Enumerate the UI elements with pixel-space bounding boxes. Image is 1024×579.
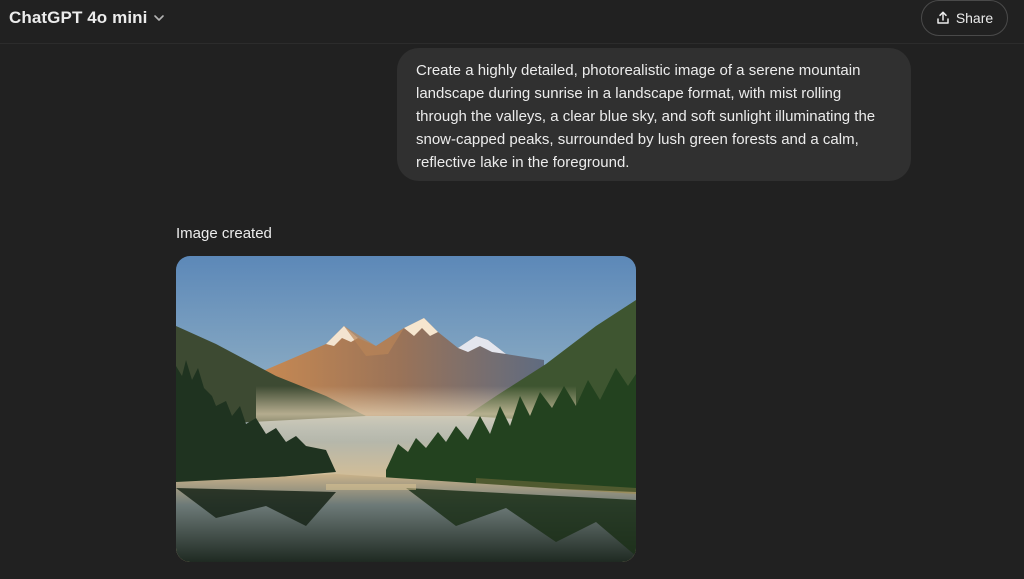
model-switcher[interactable]: ChatGPT 4o mini bbox=[9, 7, 165, 29]
assistant-status-text: Image created bbox=[176, 225, 272, 242]
share-upload-icon bbox=[937, 11, 949, 24]
top-bar: ChatGPT 4o mini Share bbox=[0, 0, 1024, 44]
generated-image[interactable] bbox=[176, 256, 636, 562]
share-label: Share bbox=[955, 10, 994, 26]
user-message-bubble: Create a highly detailed, photorealistic… bbox=[397, 48, 911, 181]
share-button[interactable]: Share bbox=[921, 0, 1008, 36]
user-message-text: Create a highly detailed, photorealistic… bbox=[416, 62, 876, 171]
chevron-down-icon bbox=[153, 12, 165, 24]
model-name: ChatGPT 4o mini bbox=[9, 8, 148, 27]
